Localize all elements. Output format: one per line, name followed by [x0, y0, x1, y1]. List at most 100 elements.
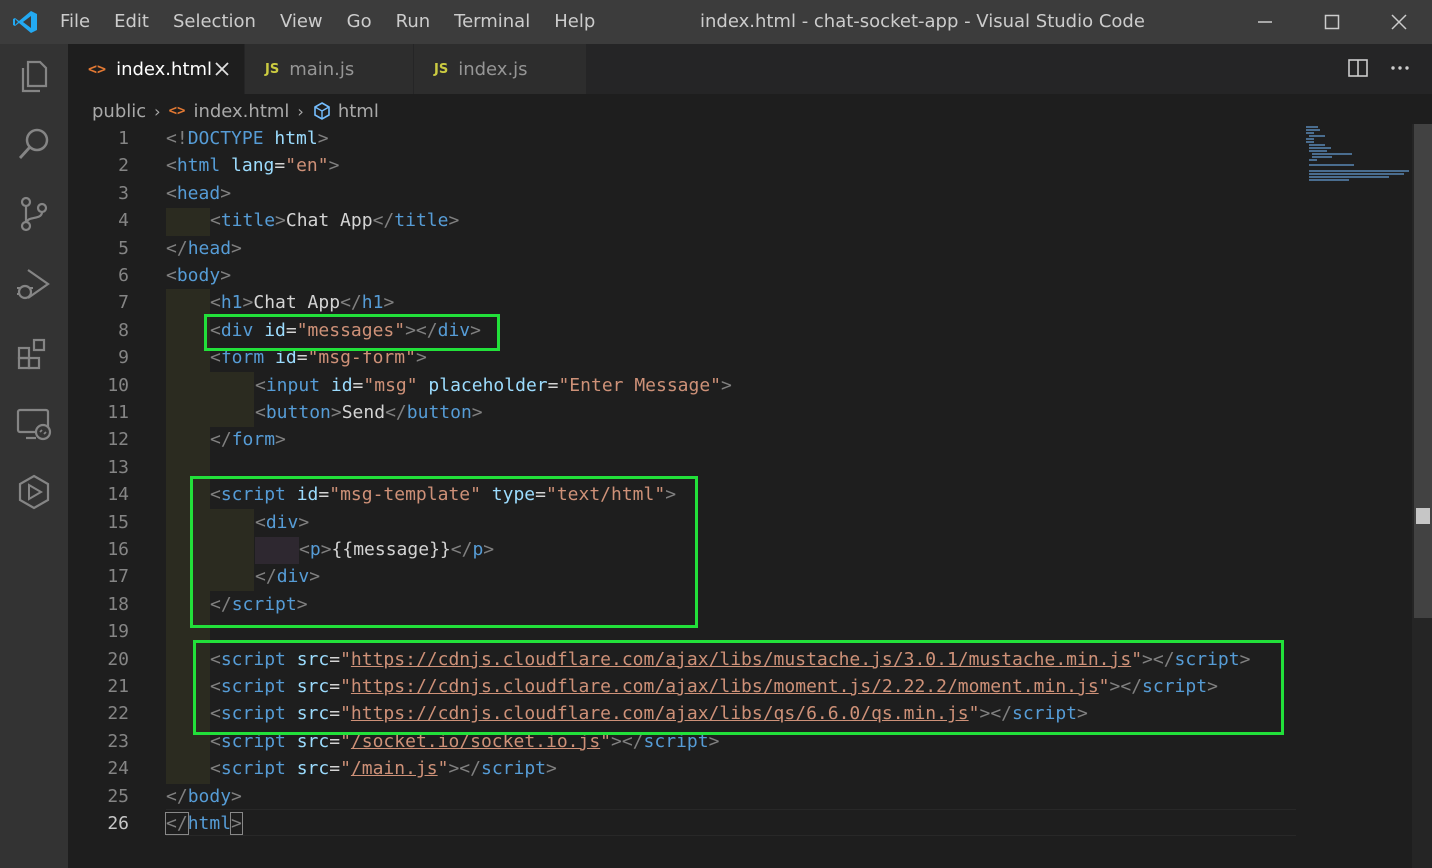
more-actions-icon[interactable]: [1388, 56, 1412, 80]
line-number: 4: [118, 210, 129, 232]
files-icon[interactable]: [14, 56, 54, 96]
line-number: 16: [107, 539, 129, 560]
minimap-line: [1306, 132, 1314, 134]
scrollbar-thumb[interactable]: [1414, 124, 1432, 618]
code-line-2: <html lang="en">: [166, 155, 340, 177]
code-line-4: <title>Chat App</title>: [210, 210, 460, 232]
chevron-right-icon: ›: [297, 101, 304, 121]
menu-selection[interactable]: Selection: [161, 0, 268, 44]
breadcrumb-file[interactable]: index.html: [193, 101, 289, 122]
code-line-26: </html>: [165, 812, 243, 835]
minimap-line: [1306, 141, 1314, 143]
activity-bar: [0, 44, 68, 868]
line-number: 14: [107, 484, 129, 506]
line-number: 12: [107, 429, 129, 451]
line-number: 3: [118, 182, 129, 204]
minimap-line: [1309, 135, 1325, 137]
chevron-right-icon: ›: [154, 101, 161, 121]
line-number: 19: [107, 621, 129, 643]
breadcrumb: public › <> index.html › html: [92, 97, 379, 125]
line-number: 9: [118, 347, 129, 369]
tab-label: main.js: [289, 58, 355, 80]
source-control-icon[interactable]: [14, 194, 54, 234]
editor-actions: [1346, 56, 1412, 80]
line-number: 8: [118, 319, 129, 341]
minimap-line: [1312, 156, 1332, 158]
js-file-icon: JS: [434, 61, 449, 77]
menu-terminal[interactable]: Terminal: [442, 0, 542, 44]
minimap-line: [1309, 179, 1349, 181]
menu-run[interactable]: Run: [384, 0, 443, 44]
line-number: 1: [118, 128, 129, 149]
minimap-line: [1309, 147, 1331, 149]
tab-index-html[interactable]: <> index.html: [68, 44, 244, 94]
highlight-box-cdn-scripts: [193, 640, 1284, 735]
line-number: 15: [107, 511, 129, 533]
run-debug-icon[interactable]: [14, 264, 54, 304]
minimap-line: [1309, 144, 1325, 146]
maximize-icon: [1324, 14, 1340, 30]
line-number: 25: [107, 785, 129, 807]
menu-file[interactable]: File: [48, 0, 102, 44]
line-number: 2: [118, 155, 129, 177]
minimap-line: [1309, 164, 1354, 166]
line-number: 22: [107, 703, 129, 725]
scrollbar-cursor-marker: [1416, 508, 1430, 524]
code-line-11: <button>Send</button>: [255, 402, 483, 423]
minimap-line: [1309, 170, 1409, 172]
code-line-10: <input id="msg" placeholder="Enter Messa…: [255, 374, 732, 396]
js-file-icon: JS: [265, 61, 280, 77]
minimap-line: [1306, 126, 1318, 128]
line-number: 20: [107, 648, 129, 670]
minimap-line: [1306, 129, 1320, 131]
line-number: 6: [118, 265, 129, 286]
minimize-button[interactable]: [1232, 0, 1298, 44]
breadcrumb-folder[interactable]: public: [92, 101, 146, 122]
code-line-6: <body>: [166, 265, 232, 286]
minimap[interactable]: [1300, 124, 1410, 184]
tab-label: index.js: [458, 58, 528, 80]
tab-index-js[interactable]: JS index.js: [414, 44, 586, 94]
minimap-line: [1309, 159, 1317, 161]
highlight-box-messages-div: [204, 314, 500, 351]
minimap-line: [1309, 150, 1327, 152]
line-number: 18: [107, 593, 129, 615]
code-line-3: <head>: [166, 182, 232, 204]
remote-explorer-icon[interactable]: [14, 404, 54, 444]
menu-bar: File Edit Selection View Go Run Terminal…: [48, 0, 607, 44]
maximize-button[interactable]: [1299, 0, 1365, 44]
menu-go[interactable]: Go: [335, 0, 384, 44]
breadcrumb-symbol[interactable]: html: [338, 101, 379, 122]
line-number: 23: [107, 730, 129, 752]
minimap-line: [1309, 173, 1404, 175]
tab-bar: <> index.html JS main.js JS index.js: [68, 44, 1432, 94]
tab-label: index.html: [116, 58, 213, 80]
minimap-line: [1309, 176, 1389, 178]
window-title: index.html - chat-socket-app - Visual St…: [700, 11, 1145, 32]
vscode-logo-icon: [13, 11, 37, 33]
code-line-5: </head>: [166, 237, 242, 259]
menu-edit[interactable]: Edit: [102, 0, 161, 44]
close-icon[interactable]: [212, 59, 232, 79]
code-line-7: <h1>Chat App</h1>: [210, 292, 395, 314]
search-icon[interactable]: [14, 124, 54, 164]
code-line-25: </body>: [166, 785, 242, 807]
code-editor[interactable]: 1 <!DOCTYPE html> 2 <html lang="en"> 3 <hea…: [68, 124, 1408, 868]
extensions-icon[interactable]: [14, 334, 54, 374]
menu-view[interactable]: View: [268, 0, 335, 44]
minimize-icon: [1258, 21, 1272, 23]
highlight-box-msg-template: [190, 476, 698, 628]
line-number: 10: [107, 374, 129, 396]
close-window-button[interactable]: [1366, 0, 1432, 44]
split-editor-icon[interactable]: [1346, 56, 1370, 80]
minimap-line: [1306, 138, 1314, 140]
live-share-icon[interactable]: [14, 472, 54, 512]
minimap-line: [1312, 153, 1352, 155]
line-number: 11: [107, 402, 129, 423]
line-number: 5: [118, 237, 129, 259]
close-icon: [1391, 14, 1407, 30]
tab-main-js[interactable]: JS main.js: [245, 44, 413, 94]
code-line-12: </form>: [210, 429, 286, 451]
line-number: 24: [107, 758, 129, 780]
line-number: 17: [107, 566, 129, 588]
